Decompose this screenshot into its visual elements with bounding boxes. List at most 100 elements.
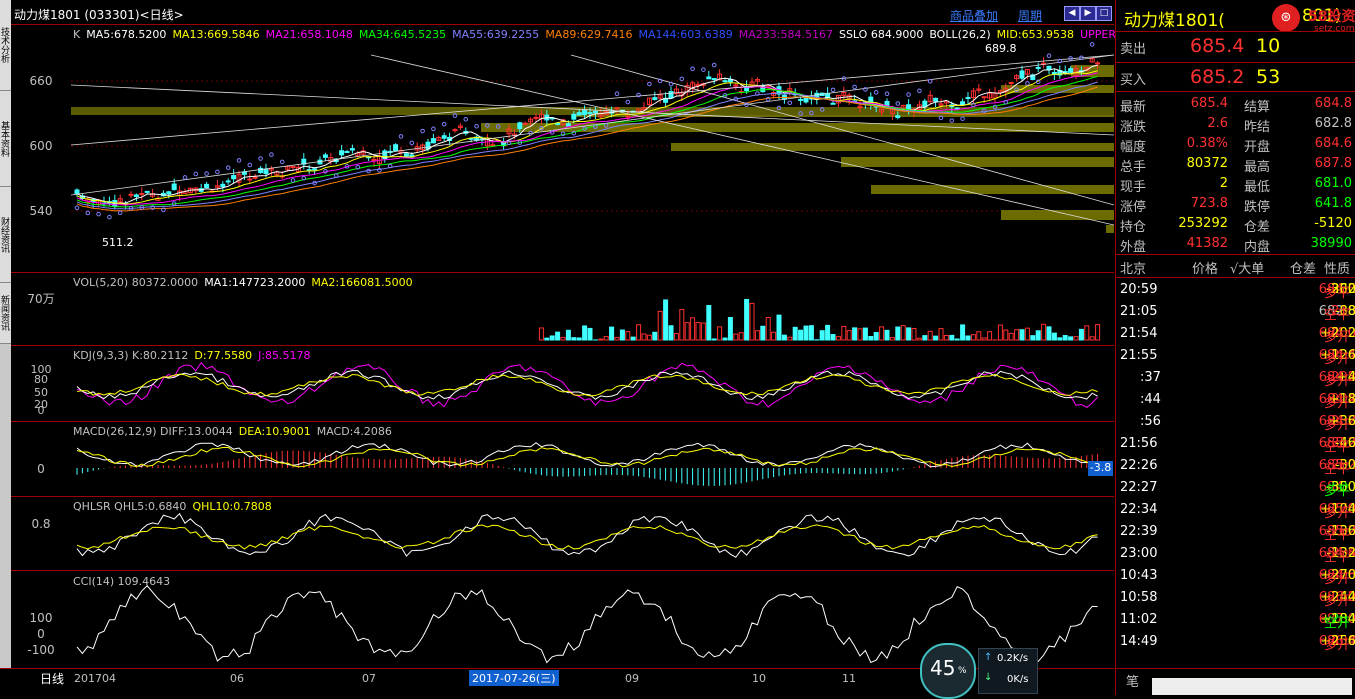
- volume-bar: [772, 332, 776, 340]
- quote-value: 687.8: [1315, 156, 1352, 171]
- sar-dot: [432, 127, 436, 131]
- candle: [253, 177, 257, 178]
- charts-canvas[interactable]: [71, 25, 1114, 668]
- volume-bar: [696, 323, 700, 340]
- quote-name: 动力煤1801(: [1124, 6, 1225, 31]
- tick-row[interactable]: 10:43684.8306+270多开: [1116, 565, 1355, 587]
- tick-header-price: 价格: [1192, 258, 1218, 277]
- tab-news[interactable]: 新闻资讯: [0, 283, 11, 344]
- date-label: 201704: [74, 672, 116, 685]
- sar-dot: [615, 92, 619, 96]
- tick-row[interactable]: 22:27684.0500-350多平: [1116, 477, 1355, 499]
- volume-profile-bar: [871, 185, 1114, 194]
- sar-dot: [226, 166, 230, 170]
- period-link[interactable]: 周期: [1018, 7, 1042, 24]
- tick-nature: 空平: [1324, 304, 1350, 323]
- tick-row[interactable]: :44684.4202+18多开: [1116, 389, 1355, 411]
- gauge-unit: %: [958, 666, 967, 676]
- sar-dot: [421, 129, 425, 133]
- volume-bar: [917, 338, 921, 340]
- volume-bar: [761, 326, 765, 340]
- tick-time: :37: [1140, 370, 1161, 385]
- volume-bar: [642, 334, 646, 340]
- tick-row[interactable]: 22:39685.2200-136空平: [1116, 521, 1355, 543]
- left-tab-strip: 技术分析 基本资料 财经资讯 新闻资讯: [0, 0, 11, 668]
- macd-diff-line: [77, 443, 1098, 467]
- candle: [583, 111, 587, 115]
- tab-basic-info[interactable]: 基本资料: [0, 91, 11, 187]
- volume-bar: [1015, 330, 1019, 340]
- sar-dot: [291, 179, 295, 183]
- volume-bar: [745, 299, 749, 340]
- candle: [313, 169, 317, 170]
- prev-arrow-icon[interactable]: ◀: [1064, 6, 1080, 21]
- sar-dot: [259, 157, 263, 161]
- sar-dot: [788, 101, 792, 105]
- maximize-icon[interactable]: □: [1096, 6, 1112, 21]
- tick-nature: 多开: [1324, 392, 1350, 411]
- quote-value: 684.8: [1315, 96, 1352, 111]
- tab-technical-analysis[interactable]: 技术分析: [0, 0, 11, 91]
- next-arrow-icon[interactable]: ▶: [1080, 6, 1096, 21]
- tick-time: 21:55: [1120, 348, 1157, 363]
- volume-bar: [561, 337, 565, 340]
- candle: [566, 124, 570, 126]
- volume-bar: [1031, 336, 1035, 340]
- tick-nature: 空平: [1324, 436, 1350, 455]
- tick-row[interactable]: 20:59684.6330-262多平: [1116, 279, 1355, 301]
- tick-time: 11:02: [1120, 612, 1157, 627]
- tick-time: :44: [1140, 392, 1161, 407]
- tick-header-nature: 性质: [1324, 258, 1350, 277]
- candle: [232, 176, 236, 179]
- volume-profile-bar: [841, 157, 1114, 167]
- tick-row[interactable]: 23:00684.8234-132空平: [1116, 543, 1355, 565]
- tick-row[interactable]: 21:55684.4204+126多开: [1116, 345, 1355, 367]
- high-price-label: 689.8: [985, 42, 1017, 55]
- volume-bar: [664, 300, 668, 340]
- tick-row[interactable]: :56684.8202+36多开: [1116, 411, 1355, 433]
- tick-time: 22:34: [1120, 502, 1157, 517]
- tab-finance-news[interactable]: 财经资讯: [0, 187, 11, 283]
- volume-bar: [750, 303, 754, 340]
- sar-dot: [237, 159, 241, 163]
- volume-bar: [944, 336, 948, 340]
- tick-row[interactable]: 21:56685.0352-46空平: [1116, 433, 1355, 455]
- volume-bar: [788, 337, 792, 340]
- candle: [593, 111, 597, 112]
- footer-label[interactable]: 笔: [1126, 671, 1139, 690]
- volume-bar: [701, 323, 705, 340]
- volume-bar: [777, 315, 781, 340]
- logo-text: 58投资: [1308, 6, 1355, 26]
- candle: [264, 170, 268, 174]
- tick-time: 22:27: [1120, 480, 1157, 495]
- tick-row[interactable]: 14:49686.4408+256多开: [1116, 631, 1355, 653]
- qhl10-line: [77, 525, 1098, 549]
- volume-bar: [896, 327, 900, 340]
- tick-row[interactable]: 10:58686.0262+244多开: [1116, 587, 1355, 609]
- tick-row[interactable]: 11:02687.0204+184空开: [1116, 609, 1355, 631]
- sar-dot: [75, 206, 79, 210]
- tick-row[interactable]: 21:54684.0400+202多开: [1116, 323, 1355, 345]
- tick-row[interactable]: :37684.8202+4多开: [1116, 367, 1355, 389]
- tick-nature: 多开: [1324, 502, 1350, 521]
- ime-toolbar[interactable]: [1152, 678, 1352, 695]
- date-label: 09: [625, 672, 639, 685]
- volume-bar: [550, 336, 554, 340]
- tick-header-diff: 仓差: [1290, 258, 1316, 277]
- tick-row[interactable]: 22:26685.0202-30空平: [1116, 455, 1355, 477]
- candle: [323, 155, 327, 157]
- sar-dot: [874, 91, 878, 95]
- volume-bar: [874, 333, 878, 340]
- volume-bar: [766, 318, 770, 340]
- period-label[interactable]: 日线: [40, 670, 64, 687]
- quote-value: 685.4: [1191, 96, 1228, 111]
- quote-row: 涨跌2.6昨结682.8: [1116, 113, 1355, 135]
- candle: [577, 113, 581, 115]
- tick-row[interactable]: 22:34685.8270+104多开: [1116, 499, 1355, 521]
- cursor-date: 2017-07-26(三): [469, 670, 559, 686]
- sar-dot: [1047, 54, 1051, 58]
- date-label: 06: [230, 672, 244, 685]
- overlay-link[interactable]: 商品叠加: [950, 7, 998, 24]
- tick-row[interactable]: 21:05682.8210-88空平: [1116, 301, 1355, 323]
- sar-dot: [691, 67, 695, 71]
